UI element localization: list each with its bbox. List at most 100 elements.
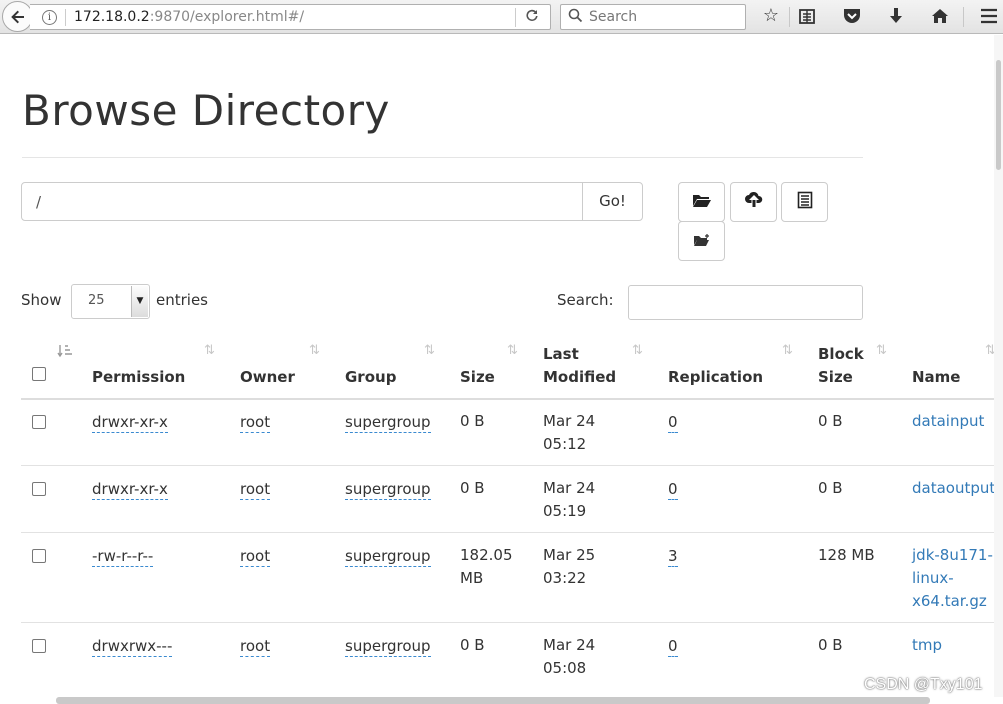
- pocket-icon[interactable]: [840, 4, 864, 28]
- column-header-permission[interactable]: Permission: [92, 366, 185, 389]
- cell-name-link[interactable]: tmp: [912, 634, 942, 657]
- select-all-checkbox[interactable]: [32, 367, 46, 381]
- cell-owner[interactable]: root: [240, 546, 271, 567]
- cell-permission[interactable]: drwxr-xr-x: [92, 412, 168, 433]
- cell-name-link[interactable]: jdk-8u171-: [912, 544, 993, 567]
- row-divider: [21, 622, 1003, 623]
- folder-open-icon: [692, 192, 712, 212]
- column-header-block-size-line1[interactable]: Block: [818, 343, 864, 366]
- browser-search-bar[interactable]: Search: [560, 4, 746, 30]
- download-icon[interactable]: [884, 4, 908, 28]
- cell-permission[interactable]: drwxrwx---: [92, 636, 173, 657]
- row-divider: [21, 465, 1003, 466]
- cell-block-size: 0 B: [818, 636, 843, 654]
- cell-modified-date: Mar 25: [543, 546, 596, 564]
- table-search-label: Search:: [557, 291, 614, 309]
- back-arrow-icon[interactable]: [2, 1, 33, 32]
- title-divider: [22, 157, 863, 158]
- cell-modified-date: Mar 24: [543, 636, 596, 654]
- cell-modified-date: Mar 24: [543, 412, 596, 430]
- sort-icon[interactable]: ⇅: [782, 343, 793, 358]
- reload-icon[interactable]: [524, 7, 540, 27]
- info-icon[interactable]: i: [42, 10, 57, 25]
- sort-icon[interactable]: ⇅: [632, 343, 643, 358]
- entries-select-value: 25: [88, 293, 105, 308]
- home-icon[interactable]: [928, 4, 952, 28]
- cell-block-size: 128 MB: [818, 546, 875, 564]
- cell-owner[interactable]: root: [240, 479, 271, 500]
- cell-permission[interactable]: -rw-r--r--: [92, 546, 154, 567]
- sort-ascending-icon[interactable]: [57, 343, 73, 363]
- reading-list-icon[interactable]: [795, 4, 819, 28]
- vertical-scrollbar-thumb[interactable]: [996, 60, 1001, 170]
- cell-modified-time: 05:12: [543, 435, 587, 453]
- url-text[interactable]: 172.18.0.2:9870/explorer.html#/: [74, 9, 304, 25]
- page-title: Browse Directory: [22, 86, 390, 135]
- entries-label: entries: [156, 291, 208, 309]
- cell-modified-date: Mar 24: [543, 479, 596, 497]
- show-label: Show: [21, 291, 62, 309]
- cell-group[interactable]: supergroup: [345, 412, 431, 433]
- row-divider: [21, 532, 1003, 533]
- row-checkbox[interactable]: [32, 482, 46, 496]
- cell-size: 0 B: [460, 479, 485, 497]
- go-button[interactable]: Go!: [582, 182, 643, 221]
- chevron-down-icon: ▼: [131, 286, 148, 317]
- cell-group[interactable]: supergroup: [345, 479, 431, 500]
- row-checkbox[interactable]: [32, 415, 46, 429]
- watermark-text: CSDN @Txy101: [864, 676, 983, 693]
- row-checkbox[interactable]: [32, 639, 46, 653]
- column-header-block-size[interactable]: Size: [818, 366, 853, 389]
- cell-name-link[interactable]: dataoutput: [912, 477, 994, 500]
- column-header-size[interactable]: Size: [460, 366, 495, 389]
- star-icon[interactable]: ☆: [759, 4, 783, 28]
- column-header-name[interactable]: Name: [912, 366, 960, 389]
- url-separator: [65, 9, 66, 26]
- directory-path-input[interactable]: /: [21, 182, 584, 221]
- open-directory-button[interactable]: [678, 182, 725, 222]
- sort-icon[interactable]: ⇅: [309, 343, 320, 358]
- column-header-last-modified[interactable]: Modified: [543, 366, 616, 389]
- url-path: :9870/explorer.html#/: [149, 9, 305, 25]
- entries-per-page-select[interactable]: 25 ▼: [71, 284, 150, 319]
- upload-button[interactable]: [730, 182, 777, 222]
- cell-group[interactable]: supergroup: [345, 636, 431, 657]
- cell-replication[interactable]: 0: [668, 636, 678, 657]
- search-icon: [568, 8, 583, 27]
- horizontal-scrollbar-thumb[interactable]: [56, 697, 930, 704]
- hamburger-menu-icon[interactable]: [977, 4, 1001, 28]
- sort-icon[interactable]: ⇅: [507, 343, 518, 358]
- cell-group[interactable]: supergroup: [345, 546, 431, 567]
- cell-block-size: 0 B: [818, 479, 843, 497]
- cell-size: 0 B: [460, 636, 485, 654]
- sort-icon[interactable]: ⇅: [204, 343, 215, 358]
- column-header-last-modified-line1[interactable]: Last: [543, 343, 579, 366]
- toolbar-separator: [789, 7, 790, 27]
- reload-separator: [515, 8, 516, 27]
- browser-search-placeholder: Search: [589, 9, 638, 25]
- cell-name-link[interactable]: datainput: [912, 410, 984, 433]
- sort-icon[interactable]: ⇅: [876, 343, 887, 358]
- cell-replication[interactable]: 3: [668, 546, 678, 567]
- sort-icon[interactable]: ⇅: [424, 343, 435, 358]
- cell-replication[interactable]: 0: [668, 412, 678, 433]
- cell-name-link-line2[interactable]: linux-: [912, 567, 954, 590]
- cell-permission[interactable]: drwxr-xr-x: [92, 479, 168, 500]
- cloud-upload-icon: [744, 191, 764, 213]
- cell-size-unit: MB: [460, 569, 484, 587]
- list-view-button[interactable]: [781, 182, 828, 222]
- column-header-replication[interactable]: Replication: [668, 366, 763, 389]
- new-folder-icon: [693, 232, 711, 251]
- cell-owner[interactable]: root: [240, 412, 271, 433]
- cell-modified-time: 05:19: [543, 502, 587, 520]
- url-bar[interactable]: i 172.18.0.2:9870/explorer.html#/: [30, 4, 551, 30]
- column-header-owner[interactable]: Owner: [240, 366, 295, 389]
- cell-owner[interactable]: root: [240, 636, 271, 657]
- table-search-input[interactable]: [628, 285, 863, 320]
- row-checkbox[interactable]: [32, 549, 46, 563]
- column-header-group[interactable]: Group: [345, 366, 396, 389]
- cell-name-link-line3[interactable]: x64.tar.gz: [912, 590, 987, 613]
- create-directory-button[interactable]: [678, 221, 725, 261]
- cell-replication[interactable]: 0: [668, 479, 678, 500]
- toolbar-separator-2: [963, 7, 964, 27]
